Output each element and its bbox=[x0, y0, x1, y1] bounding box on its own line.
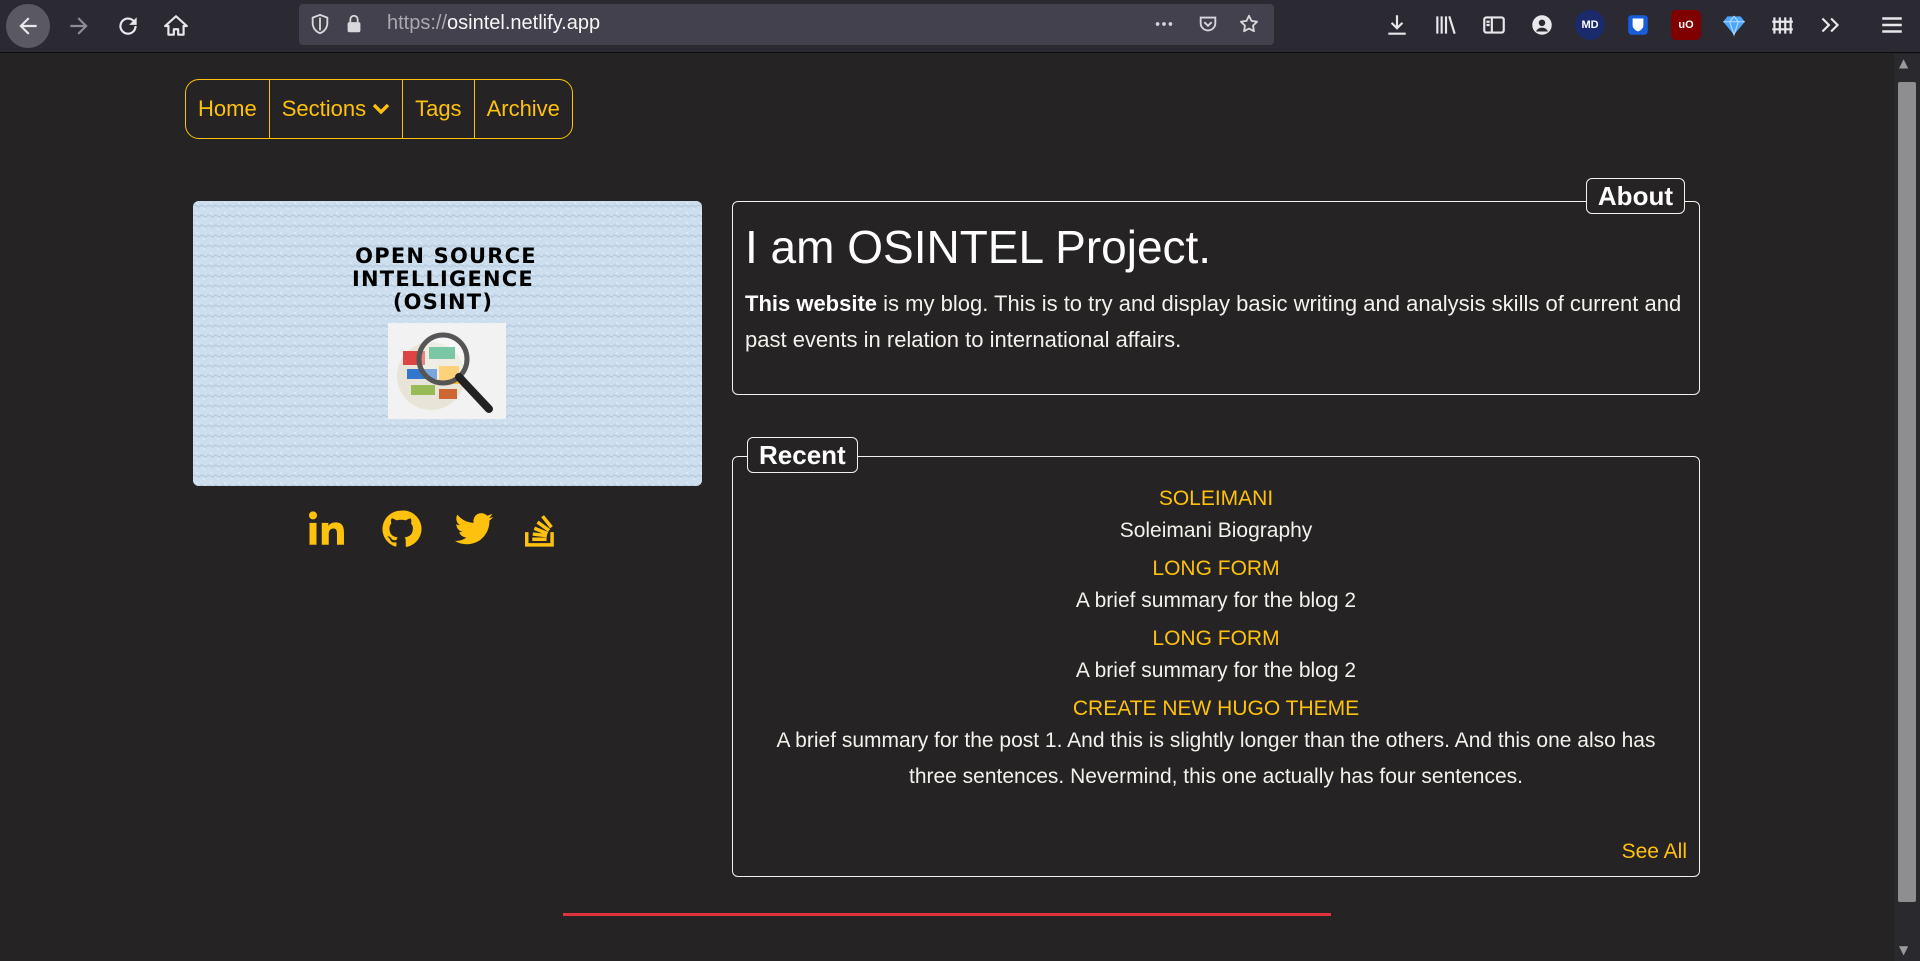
overflow-menu-icon[interactable] bbox=[1815, 10, 1845, 40]
more-options-icon[interactable] bbox=[1153, 13, 1175, 35]
address-bar[interactable]: https://osintel.netlify.app bbox=[299, 4, 1274, 45]
post-summary: A brief summary for the blog 2 bbox=[1075, 589, 1357, 612]
hero-image: OPEN SOURCE INTELLIGENCE (OSINT) bbox=[193, 201, 702, 486]
osint-banner: OPEN SOURCE INTELLIGENCE (OSINT) bbox=[193, 201, 702, 486]
account-icon[interactable] bbox=[1527, 10, 1557, 40]
recent-legend: Recent bbox=[747, 437, 858, 473]
see-all-link[interactable]: See All bbox=[1622, 840, 1687, 864]
scroll-up-arrow-icon[interactable]: ▲ bbox=[1899, 56, 1908, 70]
about-text: This website is my blog. This is to try … bbox=[745, 286, 1685, 358]
url-text[interactable]: https://osintel.netlify.app bbox=[387, 12, 600, 35]
footer-divider bbox=[563, 913, 1331, 916]
ublock-icon[interactable]: uO bbox=[1671, 10, 1701, 40]
stackoverflow-icon[interactable] bbox=[522, 508, 560, 550]
home-button[interactable] bbox=[154, 4, 198, 48]
scroll-down-arrow-icon[interactable]: ▼ bbox=[1899, 943, 1908, 957]
github-icon[interactable] bbox=[380, 508, 422, 550]
list-item: CREATE NEW HUGO THEME A brief summary fo… bbox=[733, 695, 1699, 795]
twitter-icon[interactable] bbox=[452, 508, 496, 550]
page-scrollbar[interactable]: ▲ ▼ bbox=[1894, 54, 1920, 961]
magnifier-globe-icon bbox=[388, 323, 506, 419]
url-protocol: https:// bbox=[387, 12, 448, 34]
arrow-left-icon bbox=[19, 17, 37, 35]
hero-line-2: INTELLIGENCE bbox=[352, 267, 534, 291]
gem-extension-icon[interactable] bbox=[1719, 10, 1749, 40]
bookmark-star-icon[interactable] bbox=[1238, 13, 1260, 35]
post-summary: A brief summary for the blog 2 bbox=[1075, 659, 1357, 682]
nav-sections[interactable]: Sections bbox=[270, 80, 404, 138]
lock-icon[interactable] bbox=[343, 13, 365, 35]
post-summary: Soleimani Biography bbox=[1119, 519, 1313, 542]
url-host: osintel.netlify.app bbox=[447, 12, 601, 34]
post-title-link[interactable]: LONG FORM bbox=[733, 555, 1699, 583]
arrow-right-icon bbox=[70, 17, 88, 35]
about-text-rest: is my blog. This is to try and display b… bbox=[745, 291, 1682, 352]
md-extension-icon[interactable]: MD bbox=[1575, 10, 1605, 40]
main-nav: Home Sections Tags Archive bbox=[185, 79, 573, 139]
recent-card: Recent SOLEIMANI Soleimani Biography LON… bbox=[732, 437, 1700, 877]
forward-button[interactable] bbox=[57, 4, 101, 48]
browser-toolbar: https://osintel.netlify.app MD uO bbox=[0, 0, 1920, 53]
reload-button[interactable] bbox=[106, 4, 150, 48]
fence-extension-icon[interactable] bbox=[1767, 10, 1797, 40]
post-title-link[interactable]: LONG FORM bbox=[733, 625, 1699, 653]
pocket-icon[interactable] bbox=[1197, 13, 1219, 35]
sidebar-icon[interactable] bbox=[1479, 10, 1509, 40]
hamburger-menu-icon[interactable] bbox=[1877, 10, 1907, 40]
list-item: LONG FORM A brief summary for the blog 2 bbox=[733, 555, 1699, 619]
recent-posts-list: SOLEIMANI Soleimani Biography LONG FORM … bbox=[733, 485, 1699, 801]
nav-tags[interactable]: Tags bbox=[403, 80, 475, 138]
bitwarden-icon[interactable] bbox=[1623, 10, 1653, 40]
reload-icon bbox=[119, 17, 137, 35]
shield-icon[interactable] bbox=[309, 13, 331, 35]
back-button[interactable] bbox=[6, 4, 50, 48]
nav-home[interactable]: Home bbox=[186, 80, 270, 138]
hero-line-3: (OSINT) bbox=[393, 290, 493, 314]
nav-archive[interactable]: Archive bbox=[475, 80, 572, 138]
list-item: LONG FORM A brief summary for the blog 2 bbox=[733, 625, 1699, 689]
hero-line-1: OPEN SOURCE bbox=[355, 244, 537, 268]
about-text-bold: This website bbox=[745, 291, 878, 316]
scroll-thumb[interactable] bbox=[1898, 82, 1916, 902]
list-item: SOLEIMANI Soleimani Biography bbox=[733, 485, 1699, 549]
about-card: About I am OSINTEL Project. This website… bbox=[732, 178, 1700, 395]
download-icon[interactable] bbox=[1382, 10, 1412, 40]
about-heading: I am OSINTEL Project. bbox=[745, 221, 1212, 273]
about-legend: About bbox=[1585, 178, 1685, 214]
post-title-link[interactable]: CREATE NEW HUGO THEME bbox=[733, 695, 1699, 723]
post-summary: A brief summary for the post 1. And this… bbox=[776, 729, 1656, 788]
home-icon bbox=[164, 15, 188, 36]
library-icon[interactable] bbox=[1431, 10, 1461, 40]
linkedin-icon[interactable] bbox=[306, 508, 348, 550]
chevron-down-icon bbox=[372, 103, 390, 115]
post-title-link[interactable]: SOLEIMANI bbox=[733, 485, 1699, 513]
nav-sections-label: Sections bbox=[281, 96, 367, 121]
